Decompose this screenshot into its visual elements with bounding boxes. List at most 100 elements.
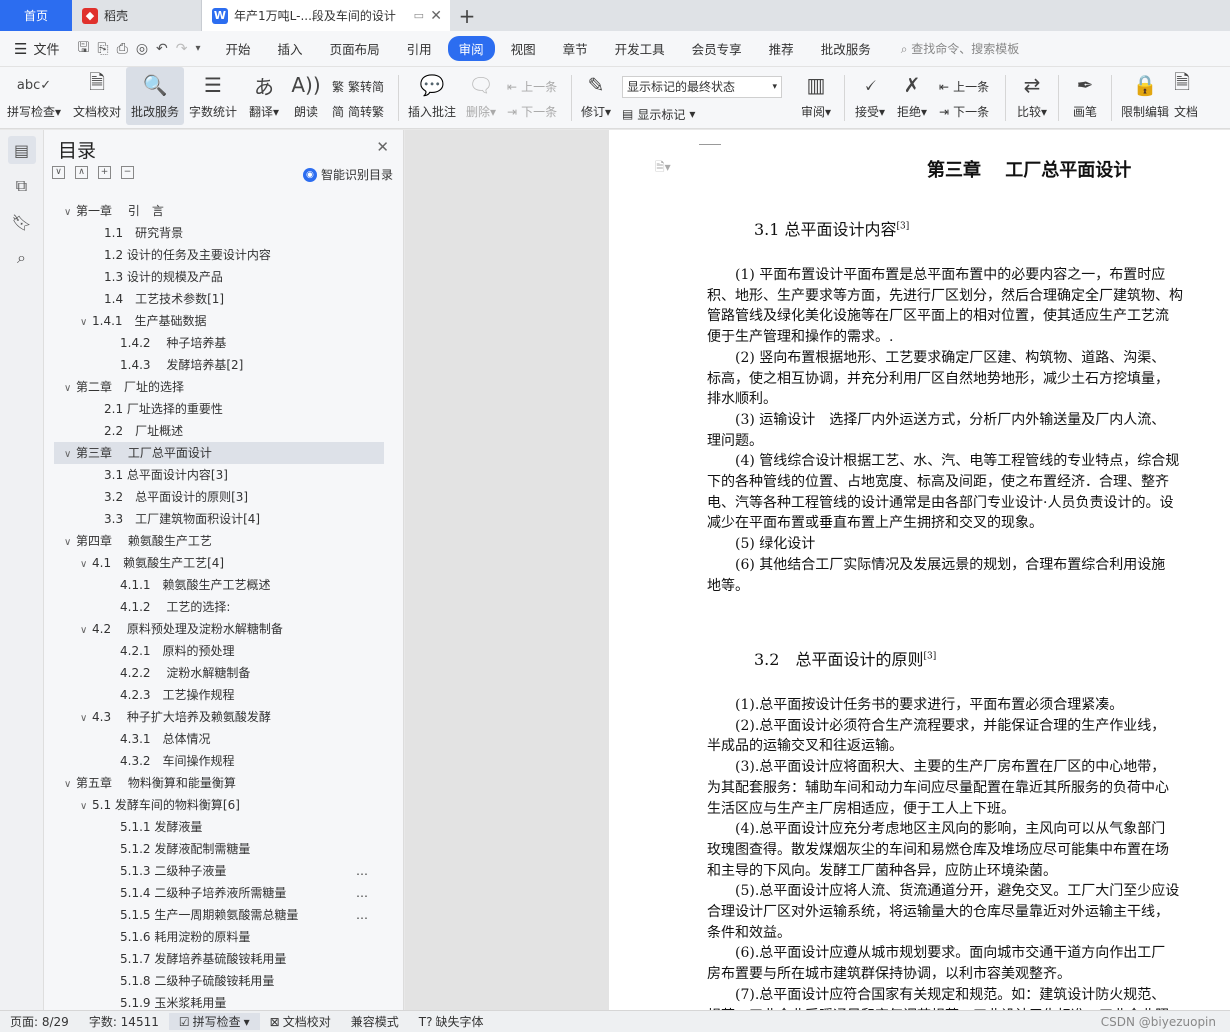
menu-tab[interactable]: 会员专享 <box>681 36 753 61</box>
menu-tab[interactable]: 审阅 <box>447 36 495 61</box>
toc-item[interactable]: 5.1.5 生产一周期赖氨酸需总糖量… <box>54 904 384 926</box>
toc-item[interactable]: 5.1.2 发酵液配制需糖量 <box>54 838 384 860</box>
toc-item[interactable]: 4.1.1 赖氨酸生产工艺概述 <box>54 574 384 596</box>
toc-item[interactable]: ∨ 第二章 厂址的选择 <box>54 376 384 398</box>
smart-toc-button[interactable]: ◉ 智能识别目录 <box>302 166 393 183</box>
toc-item[interactable]: 5.1.1 发酵液量 <box>54 816 384 838</box>
restrict-editing-button[interactable]: 🔒 限制编辑 <box>1116 67 1174 125</box>
close-icon[interactable]: ✕ <box>376 138 389 156</box>
toc-item[interactable]: 5.1.8 二级种子硫酸铵耗用量 <box>54 970 384 992</box>
menu-tab[interactable]: 章节 <box>552 36 599 61</box>
toc-item[interactable]: 5.1.7 发酵培养基硫酸铵耗用量 <box>54 948 384 970</box>
menu-tab[interactable]: 开发工具 <box>604 36 676 61</box>
compat-mode-indicator[interactable]: 兼容模式 <box>341 1013 409 1030</box>
expand-all-icon[interactable]: ∧ <box>75 166 88 179</box>
expand-chevron-icon[interactable]: ∨ <box>64 202 76 224</box>
toc-item[interactable]: ∨ 4.3 种子扩大培养及赖氨酸发酵 <box>54 706 384 728</box>
toc-item[interactable]: 1.4.3 发酵培养基[2] <box>54 354 384 376</box>
expand-chevron-icon[interactable]: ∨ <box>80 620 92 642</box>
customize-chevron-icon[interactable]: ▾ <box>196 43 201 54</box>
collapse-all-icon[interactable]: ∨ <box>52 166 65 179</box>
expand-chevron-icon[interactable]: ∨ <box>80 796 92 818</box>
compare-button[interactable]: ⇄ 比较▾ <box>1010 67 1054 125</box>
proofread-status[interactable]: ⊠ 文档校对 <box>260 1013 341 1030</box>
bookmark-icon[interactable]: 🔖︎ <box>8 208 36 236</box>
pen-button[interactable]: ✒ 画笔 <box>1063 67 1107 125</box>
document-page[interactable]: 🗎▾ 第三章 工厂总平面设计 3.1 总平面设计内容[3] (1) 平面布置设计… <box>609 130 1230 1010</box>
toc-item[interactable]: 5.1.6 耗用淀粉的原料量 <box>54 926 384 948</box>
trad-to-simp-button[interactable]: 繁繁转简 <box>332 78 388 95</box>
toc-item[interactable]: 5.1.3 二级种子液量… <box>54 860 384 882</box>
print-icon[interactable]: ⎙ <box>117 41 128 57</box>
missing-font-status[interactable]: T? 缺失字体 <box>409 1013 494 1030</box>
toc-item[interactable]: ∨ 第五章 物料衡算和能量衡算 <box>54 772 384 794</box>
next-comment-button[interactable]: ⇥ 下一条 <box>507 103 561 120</box>
menu-tab[interactable]: 引用 <box>396 36 443 61</box>
more-icon[interactable]: … <box>356 860 368 882</box>
toc-item[interactable]: ∨ 第三章 工厂总平面设计 <box>54 442 384 464</box>
toc-item[interactable]: ∨ 第四章 赖氨酸生产工艺 <box>54 530 384 552</box>
expand-chevron-icon[interactable]: ∨ <box>64 378 76 400</box>
toc-item[interactable]: 5.1.9 玉米浆耗用量 <box>54 992 384 1010</box>
spell-check-status[interactable]: ☑ 拼写检查 ▾ <box>168 1013 260 1030</box>
print-preview-icon[interactable]: ◎ <box>136 41 148 57</box>
menu-tab[interactable]: 开始 <box>215 36 262 61</box>
document-permission-button[interactable]: 🗎 文档 <box>1174 67 1206 125</box>
toc-item[interactable]: 3.2 总平面设计的原则[3] <box>54 486 384 508</box>
tab-close-icon[interactable]: ✕ <box>430 8 442 24</box>
tab-document[interactable]: W 年产1万吨L-...段及车间的设计 ▭ ✕ <box>202 0 450 31</box>
expand-chevron-icon[interactable]: ∨ <box>64 444 76 466</box>
delete-comment-button[interactable]: 🗨 删除▾ <box>461 67 501 125</box>
page-indicator[interactable]: 页面: 8/29 <box>0 1013 79 1030</box>
file-menu[interactable]: ☰ 文件 <box>0 39 69 59</box>
menu-tab[interactable]: 视图 <box>500 36 547 61</box>
menu-tab[interactable]: 推荐 <box>758 36 805 61</box>
tab-minimize-icon[interactable]: ▭ <box>414 9 424 22</box>
toc-item[interactable]: 1.4.2 种子培养基 <box>54 332 384 354</box>
new-tab-button[interactable]: + <box>450 0 484 31</box>
toc-item[interactable]: 4.2.3 工艺操作规程 <box>54 684 384 706</box>
prev-comment-button[interactable]: ⇤ 上一条 <box>507 78 561 95</box>
toc-item[interactable]: 2.2 厂址概述 <box>54 420 384 442</box>
redo-icon[interactable]: ↷ <box>176 41 188 57</box>
tab-daoke[interactable]: ◆ 稻壳 <box>72 0 202 31</box>
outline-icon[interactable]: ▤ <box>7 136 36 164</box>
word-count-indicator[interactable]: 字数: 14511 <box>79 1013 169 1030</box>
export-pdf-icon[interactable]: ⎘ <box>97 41 108 57</box>
prev-change-button[interactable]: ⇤ 上一条 <box>939 78 995 95</box>
review-service-button[interactable]: 🔍 批改服务 <box>126 67 184 125</box>
toc-item[interactable]: ∨ 5.1 发酵车间的物料衡算[6] <box>54 794 384 816</box>
menu-tab[interactable]: 插入 <box>267 36 314 61</box>
toc-item[interactable]: 4.3.2 车间操作规程 <box>54 750 384 772</box>
menu-tab[interactable]: 批改服务 <box>810 36 882 61</box>
tab-home[interactable]: 首页 <box>0 0 72 31</box>
reject-button[interactable]: ✗ 拒绝▾ <box>891 67 933 125</box>
toc-item[interactable]: 3.3 工厂建筑物面积设计[4] <box>54 508 384 530</box>
toc-item[interactable]: ∨ 4.1 赖氨酸生产工艺[4] <box>54 552 384 574</box>
expand-chevron-icon[interactable]: ∨ <box>80 554 92 576</box>
save-icon[interactable]: 🖫 <box>77 37 89 61</box>
undo-icon[interactable]: ↶ <box>156 41 168 57</box>
document-proofread-button[interactable]: 🗎 文档校对 <box>68 67 126 125</box>
sections-icon[interactable]: ⧉ <box>8 172 36 200</box>
simp-to-trad-button[interactable]: 简简转繁 <box>332 103 388 120</box>
toc-item[interactable]: ∨ 1.4.1 生产基础数据 <box>54 310 384 332</box>
toc-item[interactable]: ∨ 4.2 原料预处理及淀粉水解糖制备 <box>54 618 384 640</box>
remove-heading-icon[interactable]: − <box>121 166 134 179</box>
expand-chevron-icon[interactable]: ∨ <box>64 532 76 554</box>
toc-item[interactable]: 2.1 厂址选择的重要性 <box>54 398 384 420</box>
document-menu-icon[interactable]: 🗎▾ <box>655 158 671 179</box>
toc-item[interactable]: 3.1 总平面设计内容[3] <box>54 464 384 486</box>
track-changes-button[interactable]: ✎ 修订▾ <box>576 67 616 125</box>
toc-item[interactable]: 5.1.4 二级种子培养液所需糖量… <box>54 882 384 904</box>
markup-mode-select[interactable]: 显示标记的最终状态 ▾ <box>622 75 782 98</box>
toc-item[interactable]: 1.3 设计的规模及产品 <box>54 266 384 288</box>
accept-button[interactable]: 🗸 接受▾ <box>849 67 891 125</box>
command-search[interactable]: ⌕ 查找命令、搜索模板 <box>901 40 1020 57</box>
search-icon[interactable]: ⌕ <box>8 244 36 272</box>
toc-item[interactable]: 4.1.2 工艺的选择: <box>54 596 384 618</box>
review-pane-button[interactable]: ▥ 审阅▾ <box>792 67 840 125</box>
word-count-button[interactable]: ☰ 字数统计 <box>184 67 242 125</box>
expand-chevron-icon[interactable]: ∨ <box>80 312 92 334</box>
menu-tab[interactable]: 页面布局 <box>319 36 391 61</box>
